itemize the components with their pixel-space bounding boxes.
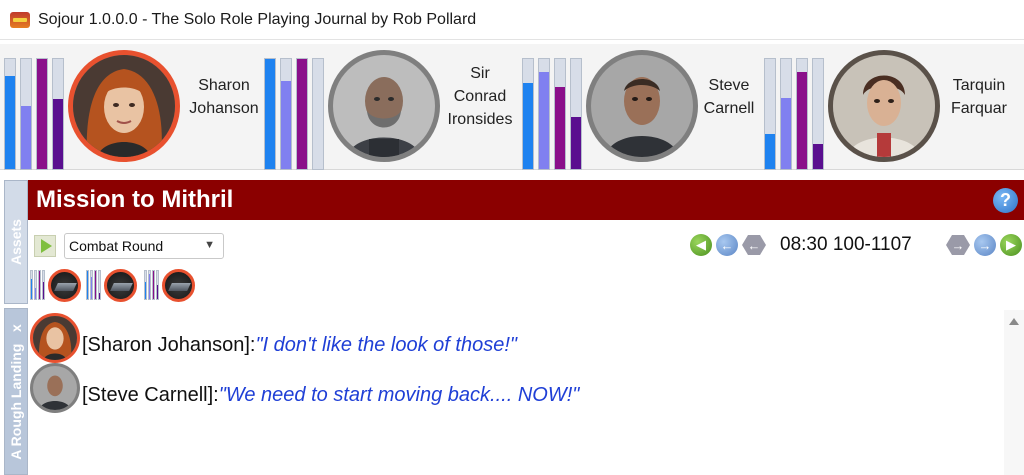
- stat-bar-1: [4, 58, 16, 170]
- play-icon[interactable]: [34, 235, 56, 257]
- entry-type-select[interactable]: Combat Round ▼: [64, 233, 224, 259]
- stat-bar-3: [296, 58, 308, 170]
- game-timestamp: 08:30 100-1107: [780, 234, 912, 255]
- stat-bar-2: [20, 58, 32, 170]
- portrait-tarquin-farquar[interactable]: [828, 50, 940, 162]
- help-icon[interactable]: ?: [993, 188, 1018, 213]
- party-member-sharon-johanson[interactable]: Sharon Johanson: [4, 50, 264, 170]
- stat-bar-1: [522, 58, 534, 170]
- journal-toolbar: Combat Round ▼ ◀ ← ← 08:30 100-1107 → → …: [28, 226, 1024, 266]
- next-entry-icon[interactable]: →: [974, 234, 996, 256]
- stat-bar-4: [812, 58, 824, 170]
- stat-bar-4: [312, 58, 324, 170]
- asset-stat-bars: [86, 270, 104, 300]
- asset-ship-icon[interactable]: [162, 269, 195, 302]
- asset-stat-bars: [144, 270, 162, 300]
- stat-bar-3: [36, 58, 48, 170]
- stat-bar-3: [554, 58, 566, 170]
- close-tab-icon[interactable]: x: [8, 324, 24, 332]
- tab-assets[interactable]: Assets: [4, 180, 28, 304]
- entry-type-value: Combat Round: [69, 238, 164, 254]
- avatar-steve-carnell: [30, 363, 80, 413]
- scroll-up-icon[interactable]: [1009, 318, 1019, 325]
- stat-bar-1: [764, 58, 776, 170]
- stat-bar-2: [780, 58, 792, 170]
- party-member-tarquin-farquar[interactable]: Tarquin Farquar: [764, 50, 1020, 170]
- entry-quote: "We need to start moving back.... NOW!": [218, 383, 580, 406]
- side-tabs: Assets A Rough Landing x: [4, 180, 28, 475]
- tab-a-rough-landing[interactable]: A Rough Landing x: [4, 308, 28, 475]
- member-name: Sir Conrad Ironsides: [447, 65, 513, 128]
- asset-ship-icon[interactable]: [104, 269, 137, 302]
- mission-title: Mission to Mithril: [36, 186, 234, 213]
- avatar-sharon-johanson: [30, 313, 80, 363]
- entry-quote: "I don't like the look of those!": [255, 333, 517, 356]
- mission-header: Mission to Mithril ?: [28, 180, 1024, 220]
- back-hex-icon[interactable]: ←: [742, 235, 766, 255]
- chevron-down-icon: ▼: [204, 239, 215, 251]
- treasure-chest-icon: [10, 11, 30, 28]
- journal-entry: [Steve Carnell]:"We need to start moving…: [30, 362, 579, 414]
- stat-bar-2: [538, 58, 550, 170]
- stat-bar-4: [52, 58, 64, 170]
- stat-bar-1: [264, 58, 276, 170]
- last-entry-icon[interactable]: ▶: [1000, 234, 1022, 256]
- portrait-sharon-johanson[interactable]: [68, 50, 180, 162]
- portrait-sir-conrad-ironsides[interactable]: [328, 50, 440, 162]
- entry-speaker: [Sharon Johanson]:: [82, 333, 256, 356]
- vertical-scrollbar[interactable]: [1004, 310, 1024, 475]
- party-member-sir-conrad-ironsides[interactable]: Sir Conrad Ironsides: [264, 50, 524, 170]
- party-member-steve-carnell[interactable]: Steve Carnell: [522, 50, 762, 170]
- journal-entry: [Sharon Johanson]:"I don't like the look…: [30, 312, 517, 364]
- member-name: Tarquin Farquar: [950, 77, 1008, 117]
- first-entry-icon[interactable]: ◀: [690, 234, 712, 256]
- portrait-steve-carnell[interactable]: [586, 50, 698, 162]
- forward-hex-icon[interactable]: →: [946, 235, 970, 255]
- party-strip: Sharon Johanson Sir Conrad Ironsides Ste…: [0, 44, 1024, 170]
- entry-text: [Steve Carnell]:"We need to start moving…: [82, 370, 579, 407]
- stat-bar-2: [280, 58, 292, 170]
- stat-bar-3: [796, 58, 808, 170]
- stat-bar-4: [570, 58, 582, 170]
- asset-stat-bars: [30, 270, 48, 300]
- member-name: Steve Carnell: [703, 77, 755, 117]
- journal-entries[interactable]: [Sharon Johanson]:"I don't like the look…: [28, 310, 1004, 475]
- member-name: Sharon Johanson: [189, 77, 259, 117]
- previous-entry-icon[interactable]: ←: [716, 234, 738, 256]
- entry-speaker: [Steve Carnell]:: [82, 383, 219, 406]
- scene-tab-label: A Rough Landing: [8, 343, 24, 460]
- asset-ship-icon[interactable]: [48, 269, 81, 302]
- window-title-bar: Sojour 1.0.0.0 - The Solo Role Playing J…: [0, 0, 1024, 40]
- window-title: Sojour 1.0.0.0 - The Solo Role Playing J…: [38, 10, 477, 28]
- entry-text: [Sharon Johanson]:"I don't like the look…: [82, 320, 517, 357]
